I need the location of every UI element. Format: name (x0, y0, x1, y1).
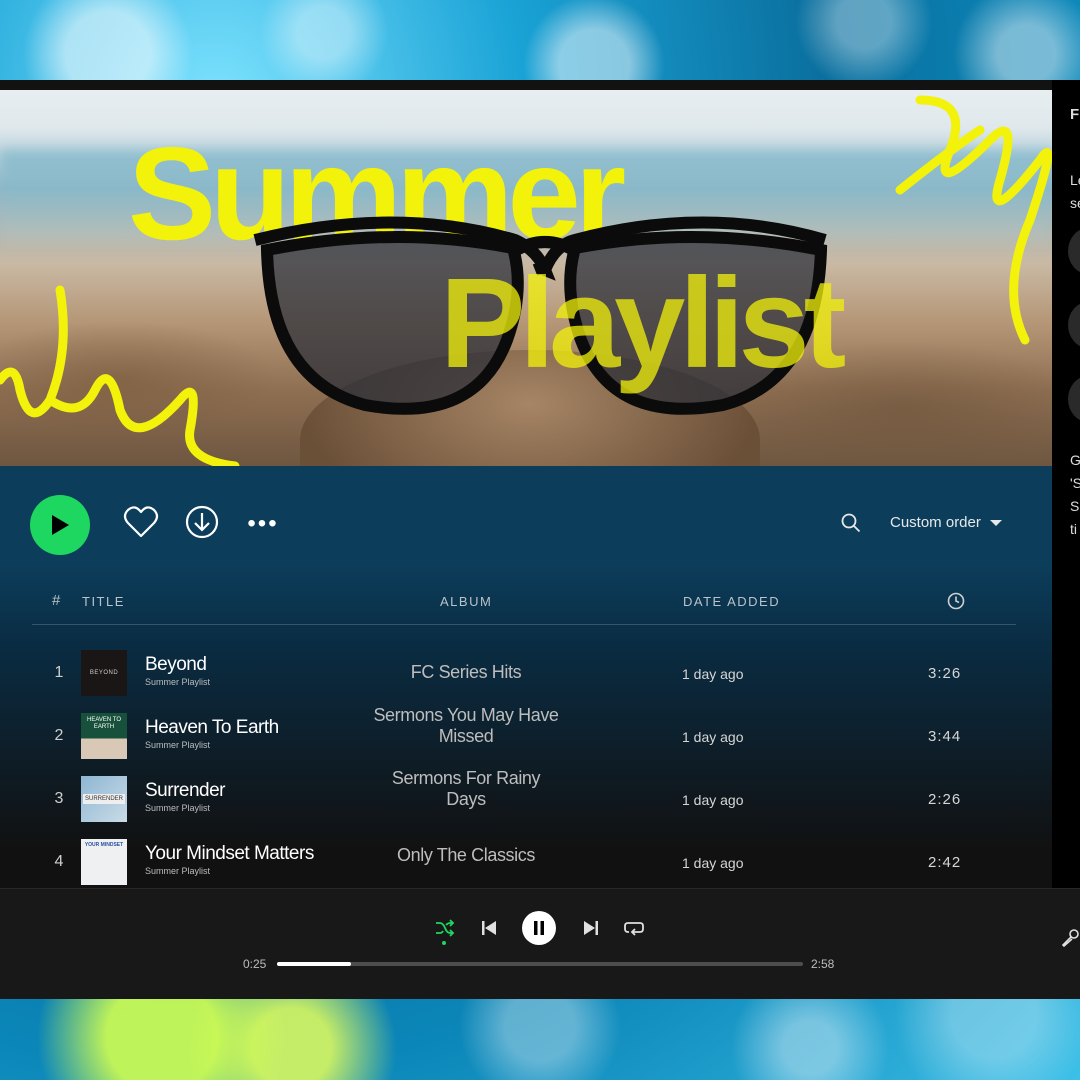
panel-text: 'S (1070, 475, 1080, 491)
track-date-added: 1 day ago (682, 729, 744, 745)
playback-progress-fill (277, 962, 351, 966)
yellow-squiggle-top-right (895, 95, 1052, 345)
caret-down-icon (989, 519, 1002, 526)
panel-text: Sp (1070, 498, 1080, 514)
track-album[interactable]: Sermons You May Have Missed (372, 705, 560, 747)
header-duration[interactable] (947, 592, 965, 613)
heart-icon (123, 506, 159, 538)
hero-title-line2: Playlist (440, 252, 846, 395)
now-playing-bar: 0:25 2:58 (0, 888, 1080, 999)
track-date-added: 1 day ago (682, 792, 744, 808)
track-row[interactable]: 3 SURRENDER Surrender Summer Playlist Se… (32, 768, 1016, 830)
search-in-playlist-button[interactable] (838, 510, 864, 536)
play-button[interactable] (30, 495, 90, 555)
friend-avatar (1068, 376, 1080, 422)
previous-button[interactable] (478, 917, 500, 939)
track-number: 4 (54, 853, 64, 870)
panel-text: G (1070, 452, 1080, 468)
track-number: 1 (54, 664, 64, 681)
skip-back-icon (482, 921, 496, 935)
sort-dropdown[interactable]: Custom order (890, 514, 1003, 531)
header-date-added[interactable]: DATE ADDED (683, 594, 780, 609)
track-row[interactable]: 4 YOUR MINDSET Your Mindset Matters Summ… (32, 833, 1016, 893)
track-number: 3 (54, 790, 64, 807)
track-title[interactable]: Surrender (145, 780, 226, 802)
track-row[interactable]: 1 BEYOND Beyond Summer Playlist FC Serie… (32, 644, 1016, 704)
friend-avatar (1068, 228, 1080, 274)
track-list-header: # TITLE ALBUM DATE ADDED (32, 588, 1016, 625)
playlist-view: Summer Playlist ••• Custom order # TITLE… (0, 90, 1052, 968)
shuffle-icon (436, 919, 455, 937)
friend-avatar (1068, 302, 1080, 348)
track-artist[interactable]: Summer Playlist (145, 740, 210, 750)
spotify-window: Summer Playlist ••• Custom order # TITLE… (0, 80, 1080, 999)
track-duration: 2:42 (928, 854, 962, 871)
track-album[interactable]: FC Series Hits (372, 662, 560, 683)
header-title[interactable]: TITLE (82, 594, 125, 609)
play-icon (52, 515, 69, 535)
track-date-added: 1 day ago (682, 666, 744, 682)
pause-icon (534, 921, 544, 935)
more-options-button[interactable]: ••• (247, 510, 278, 537)
next-button[interactable] (580, 917, 602, 939)
skip-forward-icon (584, 921, 598, 935)
track-duration: 3:44 (928, 728, 962, 745)
track-title[interactable]: Heaven To Earth (145, 717, 279, 739)
repeat-button[interactable] (623, 917, 645, 939)
track-duration: 2:26 (928, 791, 962, 808)
panel-text: se (1070, 195, 1080, 211)
shuffle-button[interactable] (434, 917, 456, 939)
lyrics-button[interactable] (1060, 927, 1080, 949)
elapsed-time: 0:25 (243, 957, 267, 971)
track-artist[interactable]: Summer Playlist (145, 677, 210, 687)
yellow-squiggle-bottom-left (0, 285, 240, 466)
track-cover: YOUR MINDSET (81, 839, 127, 885)
panel-title: Fr (1070, 106, 1080, 123)
like-button[interactable] (122, 504, 160, 540)
header-album[interactable]: ALBUM (440, 594, 492, 609)
track-cover: SURRENDER (81, 776, 127, 822)
track-title[interactable]: Beyond (145, 654, 207, 676)
microphone-icon (1061, 929, 1079, 948)
pause-button[interactable] (522, 911, 556, 945)
playlist-hero-banner: Summer Playlist (0, 90, 1052, 466)
track-album[interactable]: Only The Classics (372, 845, 560, 866)
panel-text: ti (1070, 521, 1077, 537)
header-number: # (52, 592, 62, 609)
download-icon (185, 505, 219, 539)
track-number: 2 (54, 727, 64, 744)
track-artist[interactable]: Summer Playlist (145, 866, 210, 876)
track-artist[interactable]: Summer Playlist (145, 803, 210, 813)
sort-label: Custom order (890, 514, 981, 531)
friend-activity-panel: Fr Le se G 'S Sp ti (1052, 80, 1080, 888)
panel-text: Le (1070, 172, 1080, 188)
search-icon (841, 513, 861, 533)
total-time: 2:58 (811, 957, 835, 971)
track-duration: 3:26 (928, 665, 962, 682)
track-row[interactable]: 2 HEAVEN TO EARTH Heaven To Earth Summer… (32, 705, 1016, 767)
download-button[interactable] (184, 504, 220, 540)
clock-icon (947, 592, 965, 610)
repeat-icon (624, 922, 644, 936)
track-cover: HEAVEN TO EARTH (81, 713, 127, 759)
shuffle-active-indicator (442, 941, 446, 945)
track-date-added: 1 day ago (682, 855, 744, 871)
track-cover: BEYOND (81, 650, 127, 696)
playback-progress-bar[interactable] (277, 962, 803, 966)
track-title[interactable]: Your Mindset Matters (145, 843, 314, 865)
track-album[interactable]: Sermons For Rainy Days (372, 768, 560, 810)
